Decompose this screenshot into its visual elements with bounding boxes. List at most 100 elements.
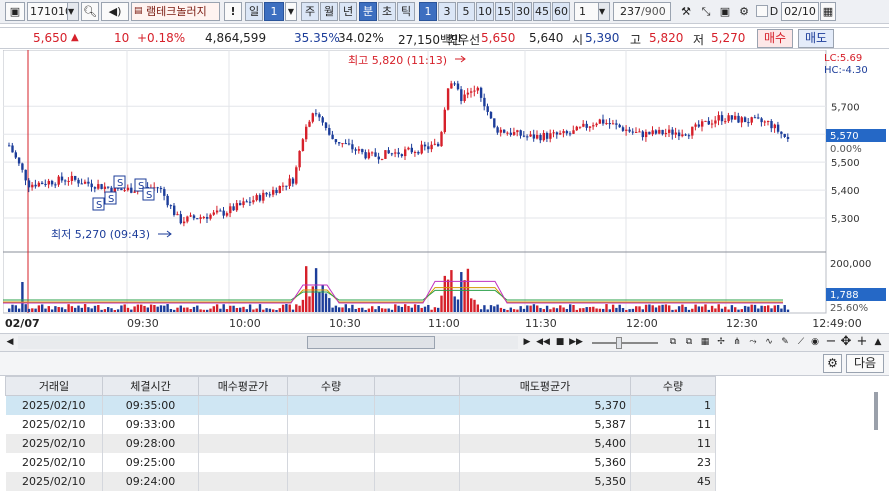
zoom-slider[interactable] <box>592 342 658 344</box>
chevron-down-icon[interactable]: ▼ <box>67 3 78 20</box>
candle-body <box>37 182 41 187</box>
tab-week[interactable]: 주 <box>301 2 319 21</box>
eye-icon[interactable]: ◉ <box>808 335 822 350</box>
count-input[interactable]: 237/900 <box>613 2 671 21</box>
gear-icon[interactable]: ⚙ <box>735 2 753 21</box>
candle-body <box>704 120 707 122</box>
candle-body <box>87 181 90 184</box>
table-row[interactable]: 2025/02/10 09:28:00 5,400 11 <box>5 433 716 453</box>
tab-day[interactable]: 일 <box>245 2 263 21</box>
sell-button[interactable]: 매도 <box>798 29 834 48</box>
speaker-icon[interactable]: ◀) <box>101 2 129 21</box>
column-header[interactable] <box>374 376 460 396</box>
scroll-thumb[interactable] <box>307 336 435 349</box>
tab-tick[interactable]: 틱 <box>397 2 415 21</box>
search-icon[interactable]: 🔍︎ <box>81 2 99 21</box>
low-label: 저 <box>693 33 705 47</box>
minute-option-1[interactable]: 1 <box>419 2 437 21</box>
minute-option-30[interactable]: 30 <box>514 2 532 21</box>
price-tick-label: 5,300 <box>831 214 860 225</box>
tab-minute[interactable]: 분 <box>359 2 377 21</box>
move-icon[interactable]: ✥ <box>839 335 853 350</box>
candle-tool-icon[interactable]: ⚒ <box>676 2 696 21</box>
table-row[interactable]: 2025/02/10 09:35:00 5,370 1 <box>5 395 716 415</box>
custom-period-input[interactable]: 1 ▼ <box>574 2 610 21</box>
column-header[interactable]: 거래일 <box>5 376 103 396</box>
date-input[interactable]: 02/10 <box>781 2 819 21</box>
scroll-left-icon[interactable]: ◀ <box>3 335 17 350</box>
column-header[interactable]: 체결시간 <box>102 376 199 396</box>
table-row[interactable]: 2025/02/10 09:24:00 5,350 45 <box>5 471 716 491</box>
chevron-down-icon[interactable]: ▼ <box>598 3 609 20</box>
stock-code-input[interactable]: 171010 ▼ <box>27 2 79 21</box>
alert-button[interactable]: ! <box>224 2 242 21</box>
column-header[interactable]: 매수평균가 <box>198 376 288 396</box>
volume-bar <box>737 309 740 312</box>
column-header[interactable]: 수량 <box>630 376 716 396</box>
tab-year[interactable]: 년 <box>339 2 357 21</box>
minute-option-3[interactable]: 3 <box>438 2 456 21</box>
line-tool-icon[interactable]: ⤡ <box>697 2 715 21</box>
volume-bar <box>476 304 479 312</box>
candle-body <box>80 183 83 185</box>
candle-body <box>380 158 384 160</box>
forward-icon[interactable]: ▶▶ <box>569 335 583 350</box>
calendar-icon[interactable]: ▦ <box>820 2 836 21</box>
table-cell <box>287 452 375 472</box>
candle-body <box>189 215 192 217</box>
minute-option-5[interactable]: 5 <box>457 2 475 21</box>
date-checkbox[interactable] <box>756 5 768 17</box>
candle-body <box>635 131 638 133</box>
candle-body <box>212 212 215 215</box>
candle-body <box>522 135 526 137</box>
rewind-icon[interactable]: ◀◀ <box>536 335 550 350</box>
stock-name-field[interactable]: ▤ 램테크놀러지 <box>131 2 220 21</box>
column-header[interactable]: 수량 <box>287 376 375 396</box>
fullscreen-icon[interactable]: ▲ <box>871 335 885 350</box>
column-header[interactable]: 매도평균가 <box>459 376 631 396</box>
zoom-slider-thumb[interactable] <box>616 337 622 349</box>
table-scrollbar[interactable] <box>871 380 883 490</box>
volume-bar <box>80 307 83 312</box>
candle-body <box>130 187 133 193</box>
pen-icon[interactable]: ✎ <box>778 335 792 350</box>
minute-option-15[interactable]: 15 <box>495 2 513 21</box>
tab-month[interactable]: 월 <box>320 2 338 21</box>
best-quote-label: 최우선 <box>447 33 481 47</box>
window-icon[interactable]: ▣ <box>5 2 25 21</box>
candle-body <box>565 131 569 134</box>
minute-option-45[interactable]: 45 <box>533 2 551 21</box>
layout-2-icon[interactable]: ⧉ <box>682 335 696 350</box>
volume-bar <box>595 308 598 312</box>
minute-option-60[interactable]: 60 <box>552 2 570 21</box>
price-chart[interactable]: SSSSS 5,7005,6005,5005,4005,300 09:3010:… <box>2 49 887 332</box>
chevron-down-icon[interactable]: ▼ <box>285 2 297 21</box>
fork-icon[interactable]: ⋔ <box>730 335 744 350</box>
table-row[interactable]: 2025/02/10 09:33:00 5,387 11 <box>5 414 716 434</box>
tab-second[interactable]: 초 <box>378 2 396 21</box>
period-value[interactable]: 1 <box>264 2 284 21</box>
stop-icon[interactable]: ■ <box>553 335 567 350</box>
volume-bar <box>367 308 371 312</box>
save-icon[interactable]: ▣ <box>716 2 734 21</box>
gear-icon[interactable]: ⚙ <box>823 354 842 373</box>
layout-icon[interactable]: ⧉ <box>666 335 680 350</box>
volume-bar <box>734 307 737 312</box>
scroll-track[interactable] <box>18 336 518 349</box>
wave-icon[interactable]: ∿ <box>762 335 776 350</box>
buy-button[interactable]: 매수 <box>757 29 793 48</box>
cross-icon[interactable]: ✢ <box>714 335 728 350</box>
candle-body <box>173 205 176 215</box>
next-button[interactable]: 다음 <box>846 354 884 373</box>
volume-bar <box>526 305 529 312</box>
zoom-in-icon[interactable]: + <box>855 335 869 350</box>
table-row[interactable]: 2025/02/10 09:25:00 5,360 23 <box>5 452 716 472</box>
draw-icon[interactable]: ⟋ <box>794 335 808 350</box>
grid-icon[interactable]: ▦ <box>698 335 712 350</box>
table-scroll-thumb[interactable] <box>874 392 878 430</box>
zoom-out-icon[interactable]: − <box>824 335 838 350</box>
trend-icon[interactable]: ⤳ <box>746 335 760 350</box>
minute-option-10[interactable]: 10 <box>476 2 494 21</box>
scroll-right-icon[interactable]: ▶ <box>520 335 534 350</box>
volume-bar <box>743 305 747 312</box>
